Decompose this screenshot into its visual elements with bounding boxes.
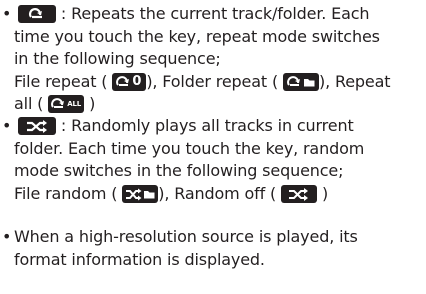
repeat-folder-icon — [283, 72, 319, 91]
random-line-1: : Randomly plays all tracks in current — [14, 115, 426, 138]
repeat-file-icon: 0 — [112, 72, 147, 91]
random-icon — [18, 117, 56, 135]
random-desc-3: mode switches in the following sequence; — [14, 161, 344, 180]
random-description: • : Randomly plays all tracks in current… — [0, 115, 426, 205]
repeat-description: • : Repeats the current track/folder. Ea… — [0, 3, 426, 116]
repeat-all-text: ALL — [67, 100, 82, 108]
hires-line-1: When a high-resolution source is played,… — [14, 227, 358, 246]
random-off-label: ), Random off ( — [158, 183, 277, 203]
repeat-tail: ), Repeat — [319, 71, 391, 91]
bullet: • — [2, 4, 12, 23]
all-close: ) — [84, 94, 96, 113]
repeat-desc-2: time you touch the key, repeat mode swit… — [14, 26, 380, 46]
random-close: ) — [317, 183, 329, 203]
manual-page: • : Repeats the current track/folder. Ea… — [0, 0, 426, 294]
repeat-file-digit: 0 — [132, 73, 142, 89]
random-desc-2: folder. Each time you touch the key, ran… — [14, 138, 365, 158]
repeat-line-5: all ( ALL ) — [14, 93, 426, 116]
repeat-line-4: File repeat ( 0 ), Folder repeat (), Re… — [14, 71, 426, 94]
file-repeat-label: File repeat ( — [14, 71, 108, 91]
random-off-icon — [281, 184, 318, 203]
repeat-icon — [18, 5, 56, 23]
repeat-desc-1: : Repeats the current track/folder. Each — [56, 4, 370, 23]
repeat-all-icon: ALL — [48, 95, 85, 113]
bullet: • — [2, 227, 12, 246]
file-random-label: File random ( — [14, 183, 118, 203]
all-open: all ( — [14, 94, 44, 113]
folder-repeat-label: ), Folder repeat ( — [146, 71, 279, 91]
bullet: • — [2, 116, 12, 135]
repeat-line-1: : Repeats the current track/folder. Each — [14, 3, 426, 26]
random-line-4: File random ( ), Random off () — [14, 183, 426, 206]
random-desc-1: : Randomly plays all tracks in current — [56, 116, 354, 135]
repeat-desc-3: in the following sequence; — [14, 49, 221, 68]
hires-description: • When a high-resolution source is playe… — [0, 226, 426, 271]
hires-line-2: format information is displayed. — [14, 249, 265, 269]
random-file-icon — [122, 184, 159, 203]
